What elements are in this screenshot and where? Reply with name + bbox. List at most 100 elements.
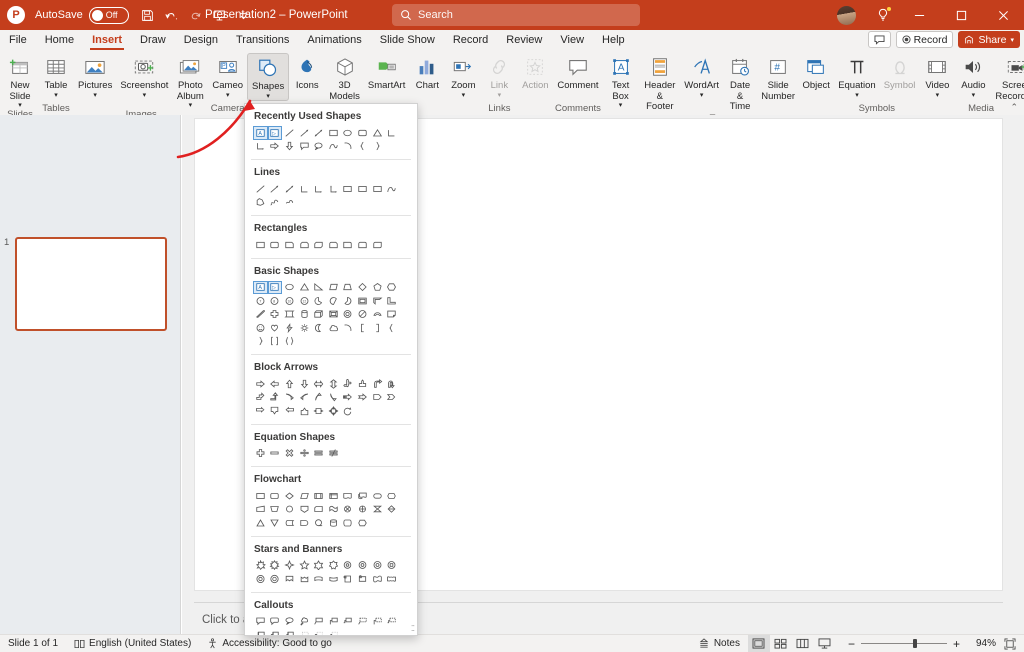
ribbon-button-pictures[interactable]: Pictures▾ <box>74 53 116 99</box>
shape-round-single-corner-rectangle[interactable] <box>341 238 356 252</box>
ribbon-button-object[interactable]: Object <box>798 53 834 92</box>
ribbon-button-screenshot[interactable]: Screenshot▾ <box>116 53 172 99</box>
ribbon-button-audio[interactable]: Audio▾ <box>955 53 991 99</box>
shape-oval[interactable] <box>341 126 356 140</box>
shape-line-callout-1-accent[interactable] <box>253 628 268 636</box>
ribbon-button-wordart[interactable]: WordArt▾ <box>681 53 722 99</box>
shape-star-12-point[interactable] <box>370 559 385 573</box>
chevron-down-icon[interactable]: ▾ <box>93 93 97 99</box>
normal-view-button[interactable] <box>748 635 770 652</box>
shape-line-callout-2[interactable] <box>326 615 341 629</box>
shape-scribble[interactable] <box>282 196 297 210</box>
shape-star-6-point[interactable] <box>311 559 326 573</box>
ribbon-button-icons[interactable]: Icons <box>289 53 325 92</box>
shape-curve[interactable] <box>384 182 399 196</box>
close-button[interactable] <box>982 0 1024 30</box>
shape-punched-tape[interactable] <box>326 503 341 517</box>
shape-hexagon[interactable] <box>384 281 399 295</box>
shape-sort[interactable] <box>384 503 399 517</box>
slide-show-view-button[interactable] <box>814 635 836 652</box>
shape-line-callout-2-accent[interactable] <box>268 628 283 636</box>
shape-line-arrow[interactable] <box>297 126 312 140</box>
shape-left-arrow[interactable] <box>268 377 283 391</box>
shape-left-arrow-callout[interactable] <box>282 404 297 418</box>
shape-card[interactable] <box>311 503 326 517</box>
ribbon-button-screen-recording[interactable]: Screen Recording <box>991 53 1024 102</box>
chevron-down-icon[interactable]: ▾ <box>462 93 466 99</box>
ribbon-button-new-slide[interactable]: New Slide▾ <box>2 53 38 109</box>
shape-block-arc[interactable] <box>370 308 385 322</box>
share-button[interactable]: Share ▾ <box>958 31 1020 48</box>
shape-line-callout-3-accent[interactable] <box>282 628 297 636</box>
chevron-down-icon[interactable]: ▾ <box>619 103 623 109</box>
shape-double-wave[interactable] <box>384 572 399 586</box>
shape-star-7-point[interactable] <box>326 559 341 573</box>
zoom-in-button[interactable]: + <box>947 637 966 651</box>
shape-text-box[interactable]: A <box>253 281 268 295</box>
shape-sun[interactable] <box>297 321 312 335</box>
shape-cloud-callout[interactable] <box>297 615 312 629</box>
shape-extract[interactable] <box>253 516 268 530</box>
shape-pie[interactable] <box>311 294 326 308</box>
shape-quad-arrow[interactable] <box>341 377 356 391</box>
shape-round-same-side-corner-rectangle[interactable] <box>355 238 370 252</box>
zoom-level-label[interactable]: 94% <box>972 635 1000 652</box>
shape-decagon[interactable]: 10 <box>282 294 297 308</box>
ribbon-button-smartart[interactable]: SmartArt <box>364 53 409 92</box>
shape-pentagon[interactable] <box>370 281 385 295</box>
shape-quad-arrow-callout[interactable] <box>326 404 341 418</box>
shape-decision[interactable] <box>282 489 297 503</box>
shape-up-ribbon[interactable] <box>282 572 297 586</box>
shape-line-callout-1-border[interactable] <box>355 615 370 629</box>
shape-oval[interactable] <box>282 281 297 295</box>
shape-wave[interactable] <box>370 572 385 586</box>
notes-button[interactable]: Notes <box>690 635 748 652</box>
shape-teardrop[interactable] <box>341 294 356 308</box>
shapes-gallery-dropdown[interactable]: Recently Used ShapesA▷LinesRectanglesBas… <box>244 103 418 636</box>
shape-delay[interactable] <box>297 516 312 530</box>
shape-text-box-vertical[interactable]: ▷ <box>268 281 283 295</box>
shape-line-callout-3-no-border[interactable] <box>326 628 341 636</box>
shape-horizontal-scroll[interactable] <box>355 572 370 586</box>
shape-minus[interactable] <box>268 447 283 461</box>
slide-sorter-view-button[interactable] <box>770 635 792 652</box>
shape-line-arrow[interactable] <box>268 182 283 196</box>
shape-notched-right-arrow[interactable] <box>355 391 370 405</box>
reading-view-button[interactable] <box>792 635 814 652</box>
shape-manual-operation[interactable] <box>268 503 283 517</box>
tab-animations[interactable]: Animations <box>298 30 370 50</box>
tab-draw[interactable]: Draw <box>131 30 175 50</box>
shape-line-callout-1[interactable] <box>311 615 326 629</box>
undo-icon[interactable] <box>161 4 183 26</box>
tab-record[interactable]: Record <box>444 30 497 50</box>
shape-no-symbol[interactable] <box>355 308 370 322</box>
shape-curve[interactable] <box>326 140 341 154</box>
shape-merge[interactable] <box>268 516 283 530</box>
shape-speech-bubble-rect[interactable] <box>297 140 312 154</box>
shape-elbow-connector[interactable] <box>384 126 399 140</box>
shape-half-frame[interactable] <box>370 294 385 308</box>
shape-collate[interactable] <box>370 503 385 517</box>
shape-star-10-point[interactable] <box>355 559 370 573</box>
ribbon-button-cameo[interactable]: PCameo▾ <box>208 53 247 99</box>
tab-home[interactable]: Home <box>36 30 83 50</box>
shape-rectangle[interactable] <box>253 238 268 252</box>
shape-line[interactable] <box>253 182 268 196</box>
shape-right-arrow[interactable] <box>268 140 283 154</box>
shape-left-right-up-arrow[interactable] <box>355 377 370 391</box>
shape-snip-and-round-single-corner-rectangle[interactable] <box>326 238 341 252</box>
shape-line[interactable] <box>282 126 297 140</box>
shape-up-arrow-callout[interactable] <box>297 404 312 418</box>
shape-curved-right-arrow[interactable] <box>282 391 297 405</box>
shape-star-16-point[interactable] <box>384 559 399 573</box>
shape-alternate-process[interactable] <box>268 489 283 503</box>
shape-folded-corner[interactable] <box>384 308 399 322</box>
resize-grip-icon[interactable]: ⁚⁚ <box>411 624 414 633</box>
shape-bent-up-arrow[interactable] <box>268 391 283 405</box>
shape-double-bracket[interactable] <box>268 335 283 349</box>
shape-cross[interactable] <box>268 308 283 322</box>
shape-star-8-point[interactable] <box>341 559 356 573</box>
shape-diagonal-stripe[interactable] <box>253 308 268 322</box>
ribbon-button-zoom[interactable]: Zoom▾ <box>445 53 481 99</box>
record-button[interactable]: Record <box>896 31 954 48</box>
